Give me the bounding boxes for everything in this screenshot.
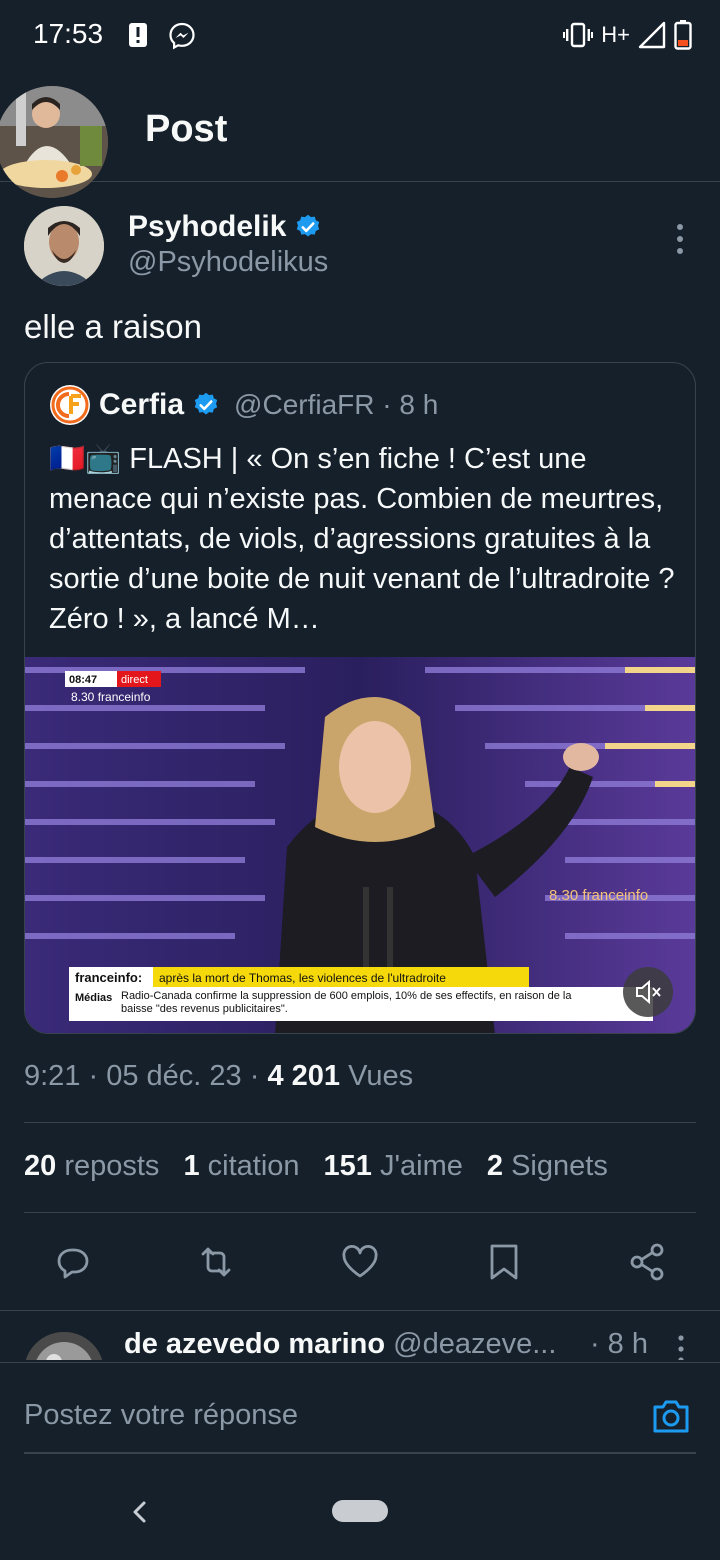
reposts-stat[interactable]: 20 reposts	[24, 1150, 159, 1183]
reply-author-name: de azevedo marino	[124, 1328, 386, 1360]
quotes-count: 1	[183, 1150, 200, 1182]
quoted-author-name: Cerfia	[99, 388, 185, 421]
bookmark-button[interactable]	[482, 1240, 526, 1284]
video-clock: 08:47	[69, 674, 97, 686]
reposts-label: reposts	[64, 1150, 160, 1182]
bookmarks-stat[interactable]: 2 Signets	[487, 1150, 608, 1183]
quoted-video[interactable]: 08:47 direct 8.30 franceinfo 8.30 france…	[25, 657, 695, 1033]
ticker-text: Radio-Canada confirme la suppression de …	[121, 990, 572, 1015]
video-live-tag: direct	[121, 674, 148, 686]
views-label: Vues	[340, 1060, 414, 1092]
account-avatar-image	[0, 86, 108, 198]
quoted-post-header: Cerfia @CerfiaFR · 8 h	[49, 383, 438, 427]
reply-author-handle: @deazeve...	[393, 1328, 557, 1360]
quotes-stat[interactable]: 1 citation	[183, 1150, 299, 1183]
post-text: elle a raison	[24, 308, 202, 345]
quotes-label: citation	[207, 1150, 300, 1182]
signal-icon	[638, 21, 666, 49]
views-count: 4 201	[267, 1060, 341, 1092]
battery-icon	[674, 20, 692, 50]
reply-icon	[57, 1248, 89, 1279]
bookmark-icon	[490, 1244, 518, 1280]
reply-avatar-image	[25, 1332, 103, 1360]
divider	[24, 1122, 696, 1123]
likes-count: 151	[323, 1150, 372, 1182]
reply-input-underline	[24, 1452, 696, 1454]
camera-icon[interactable]	[650, 1395, 692, 1437]
heart-icon	[342, 1244, 378, 1278]
alert-icon	[129, 23, 147, 47]
verified-badge-icon	[194, 392, 218, 415]
status-time: 17:53	[33, 18, 104, 49]
author-avatar-image	[24, 206, 104, 286]
more-options-icon[interactable]	[670, 222, 690, 256]
author-name[interactable]: Psyhodelik	[128, 210, 322, 244]
author-handle: @Psyhodelikus	[128, 246, 329, 278]
repost-icon	[201, 1247, 231, 1277]
reply-avatar[interactable]	[24, 1332, 104, 1360]
quoted-post[interactable]: Cerfia @CerfiaFR · 8 h 🇫🇷📺 FLASH | « On …	[24, 362, 696, 1034]
page-title: Post	[145, 108, 228, 150]
repost-button[interactable]	[194, 1240, 238, 1284]
author-name-text: Psyhodelik	[128, 210, 287, 243]
status-bar: 17:53 H+	[0, 0, 720, 72]
action-bar	[0, 1240, 720, 1286]
banner-headline: après la mort de Thomas, les violences d…	[159, 971, 446, 985]
divider	[24, 1212, 696, 1213]
volume-muted-icon	[636, 979, 661, 1005]
system-nav-bar	[0, 1470, 720, 1560]
ticker-label: Médias	[75, 992, 112, 1004]
network-type: H+	[601, 22, 630, 47]
reply-time: · 8 h	[589, 1328, 648, 1360]
post-timestamp: 9:21 · 05 déc. 23 ·	[24, 1060, 268, 1092]
author-avatar[interactable]	[24, 206, 104, 286]
status-indicators: H+	[563, 20, 692, 50]
likes-stat[interactable]: 151 J'aime	[324, 1150, 463, 1183]
quoted-author-handle: @CerfiaFR · 8 h	[234, 389, 439, 420]
reply-button[interactable]	[50, 1240, 94, 1284]
divider	[0, 1310, 720, 1311]
vibrate-icon	[563, 22, 594, 48]
video-show-watermark: 8.30 franceinfo	[549, 887, 648, 904]
quoted-post-text: 🇫🇷📺 FLASH | « On s’en fiche ! C’est une …	[49, 443, 675, 635]
reply-author: de azevedo marino @deazeve...	[124, 1328, 556, 1360]
video-show-label: 8.30 franceinfo	[71, 690, 151, 704]
more-options-icon[interactable]	[676, 1334, 686, 1360]
reply-preview[interactable]: de azevedo marino @deazeve... · 8 h	[0, 1312, 720, 1360]
banner-source: franceinfo:	[75, 970, 142, 985]
top-header: Post	[0, 76, 720, 198]
verified-badge-icon	[297, 214, 320, 237]
messenger-icon	[169, 22, 195, 50]
account-avatar[interactable]	[0, 86, 108, 198]
reply-composer: Postez votre réponse	[0, 1362, 720, 1454]
share-icon	[630, 1243, 664, 1281]
back-icon[interactable]	[126, 1498, 154, 1526]
cerfia-logo-icon	[50, 385, 90, 425]
post-metadata: 9:21 · 05 déc. 23 · 4 201 Vues	[24, 1060, 413, 1093]
mute-button[interactable]	[623, 967, 673, 1017]
like-button[interactable]	[338, 1240, 382, 1284]
likes-label: J'aime	[379, 1150, 463, 1182]
reposts-count: 20	[24, 1150, 57, 1182]
reply-input[interactable]: Postez votre réponse	[24, 1399, 298, 1432]
share-button[interactable]	[626, 1240, 670, 1284]
bookmarks-label: Signets	[511, 1150, 608, 1182]
engagement-stats: 20 reposts 1 citation 151 J'aime 2 Signe…	[24, 1150, 608, 1183]
home-pill[interactable]	[332, 1500, 388, 1522]
bookmarks-count: 2	[486, 1150, 504, 1182]
video-frame: 08:47 direct 8.30 franceinfo 8.30 france…	[25, 657, 695, 1033]
